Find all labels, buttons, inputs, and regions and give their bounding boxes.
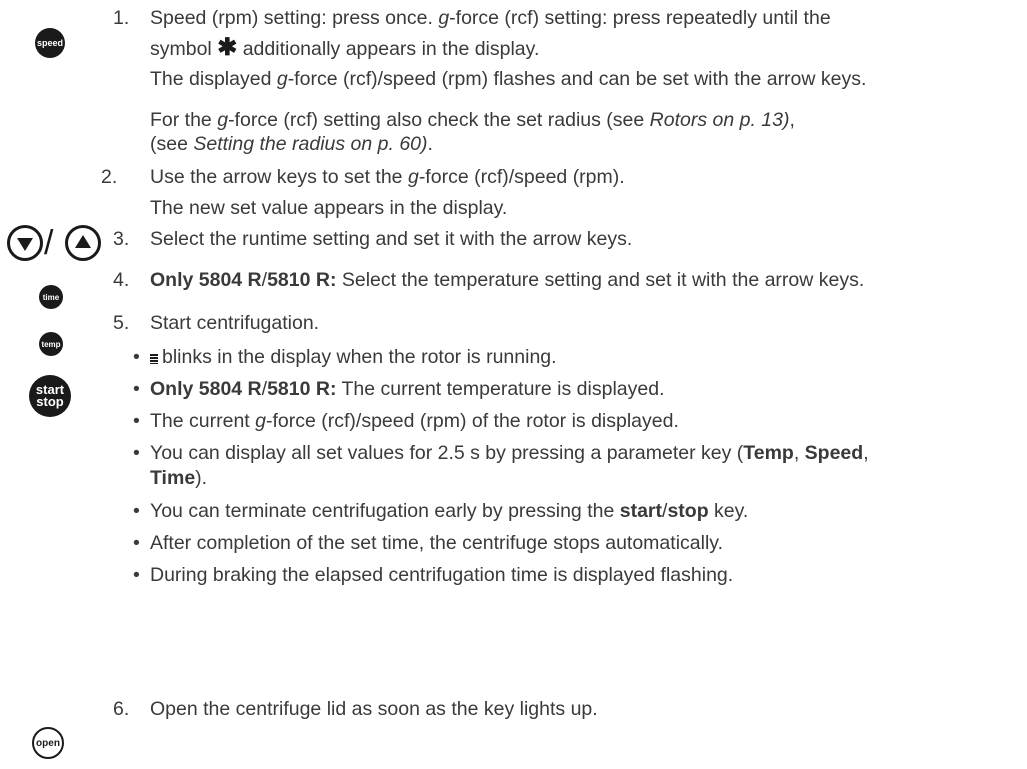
step-1-text: -force (rcf) setting: press repeatedly u… (449, 7, 831, 29)
bullet-text: , (863, 442, 869, 464)
step-6-line: Open the centrifuge lid as soon as the k… (150, 698, 598, 720)
step-5-bullet-6: After completion of the set time, the ce… (150, 532, 724, 554)
step-1-text: -force (rcf)/speed (rpm) flashes and can… (287, 68, 867, 90)
stop-key-label: stop (36, 394, 64, 409)
radius-reference-link[interactable]: Setting the radius on p. 60) (193, 133, 427, 155)
arrow-key-slash: / (44, 224, 54, 262)
up-triangle-icon (75, 235, 91, 248)
time-key-ref: Time (150, 467, 196, 489)
speed-key-label: speed (36, 38, 63, 48)
bullet: • (133, 346, 140, 368)
step-2-line-1: Use the arrow keys to set the g-force (r… (150, 165, 625, 189)
bullet: • (133, 378, 140, 400)
step-1-line-2: symbol ✱ additionally appears in the dis… (150, 36, 539, 61)
model-bold: 5810 R: (267, 269, 337, 291)
bullet: • (133, 564, 140, 586)
step-5-bullet-4-line-2: Time). (150, 466, 207, 490)
step-2-number: 2. (101, 166, 118, 188)
step-1-line-4: For the g-force (rcf) setting also check… (150, 108, 795, 132)
bullet-text: ). (195, 467, 208, 489)
step-1-line-1: Speed (rpm) setting: press once. g-force… (150, 6, 831, 30)
model-bold: 5810 R: (267, 378, 337, 400)
bullet: • (133, 500, 140, 522)
bullet-text: The current (150, 410, 256, 432)
time-key-icon: time (39, 285, 63, 309)
asterisk-symbol-icon: ✱ (217, 34, 238, 61)
speed-key-ref: Speed (804, 442, 864, 464)
step-1-line-3: The displayed g-force (rcf)/speed (rpm) … (150, 67, 866, 91)
start-key-ref: start (619, 500, 663, 522)
step-1-text: The displayed (150, 68, 277, 90)
stop-key-ref: stop (667, 500, 709, 522)
model-bold: Only 5804 R (150, 269, 262, 291)
step-2-text: -force (rcf)/speed (rpm). (418, 166, 625, 188)
bullet-text: -force (rcf)/speed (rpm) of the rotor is… (266, 410, 679, 432)
bullet-text: blinks in the display when the rotor is … (162, 346, 557, 368)
step-1-text: For the (150, 109, 218, 131)
step-5-bullet-5: You can terminate centrifugation early b… (150, 499, 748, 523)
bullet: • (133, 442, 140, 464)
bullet-text: key. (708, 500, 749, 522)
speed-key-icon: speed (35, 28, 65, 58)
rotor-running-symbol-icon (150, 354, 158, 364)
open-key-icon: open (32, 727, 64, 759)
g-italic: g (276, 68, 288, 90)
step-4-line: Only 5804 R/5810 R: Select the temperatu… (150, 268, 864, 292)
step-1-text: -force (rcf) setting also check the set … (228, 109, 650, 131)
step-3-number: 3. (113, 228, 130, 250)
step-4-number: 4. (113, 269, 130, 291)
bullet: • (133, 410, 140, 432)
step-5-bullet-1: blinks in the display when the rotor is … (150, 345, 557, 369)
step-1-number: 1. (113, 7, 130, 29)
step-1-text: symbol (150, 38, 218, 60)
bullet-text: The current temperature is displayed. (336, 378, 665, 400)
step-5-bullet-4-line-1: You can display all set values for 2.5 s… (150, 441, 869, 465)
step-5-bullet-3: The current g-force (rcf)/speed (rpm) of… (150, 409, 679, 433)
bullet-text: You can terminate centrifugation early b… (150, 500, 620, 522)
down-triangle-icon (17, 238, 33, 251)
step-1-text: , (789, 109, 795, 131)
temp-key-label: temp (41, 339, 61, 349)
step-4-text: Select the temperature setting and set i… (336, 269, 865, 291)
step-1-text: (see (150, 133, 194, 155)
step-6-number: 6. (113, 698, 130, 720)
step-1-text: Speed (rpm) setting: press once. (150, 7, 439, 29)
bullet-text: You can display all set values for 2.5 s… (150, 442, 744, 464)
step-1-text: additionally appears in the display. (237, 38, 540, 60)
arrow-down-key-icon (7, 225, 43, 261)
start-stop-key-icon: start stop (29, 375, 71, 417)
bullet-text: , (793, 442, 805, 464)
rotors-reference-link[interactable]: Rotors on p. 13) (650, 109, 790, 131)
step-3-line: Select the runtime setting and set it wi… (150, 228, 633, 250)
g-italic: g (407, 166, 419, 188)
step-5-line: Start centrifugation. (150, 312, 320, 334)
temp-key-ref: Temp (743, 442, 794, 464)
temp-key-icon: temp (39, 332, 63, 356)
g-italic: g (255, 410, 266, 432)
g-italic: g (217, 109, 229, 131)
step-5-number: 5. (113, 312, 130, 334)
arrow-up-key-icon (65, 225, 101, 261)
step-5-bullet-7: During braking the elapsed centrifugatio… (150, 564, 734, 586)
time-key-label: time (42, 292, 60, 302)
step-1-text: . (427, 133, 433, 155)
step-1-line-5: (see Setting the radius on p. 60). (150, 132, 433, 156)
g-italic: g (438, 7, 450, 29)
step-2-text: Use the arrow keys to set the (150, 166, 408, 188)
model-bold: Only 5804 R (150, 378, 262, 400)
step-2-line-2: The new set value appears in the display… (150, 197, 508, 219)
step-5-bullet-2: Only 5804 R/5810 R: The current temperat… (150, 377, 665, 401)
open-key-label: open (36, 737, 60, 749)
bullet: • (133, 532, 140, 554)
